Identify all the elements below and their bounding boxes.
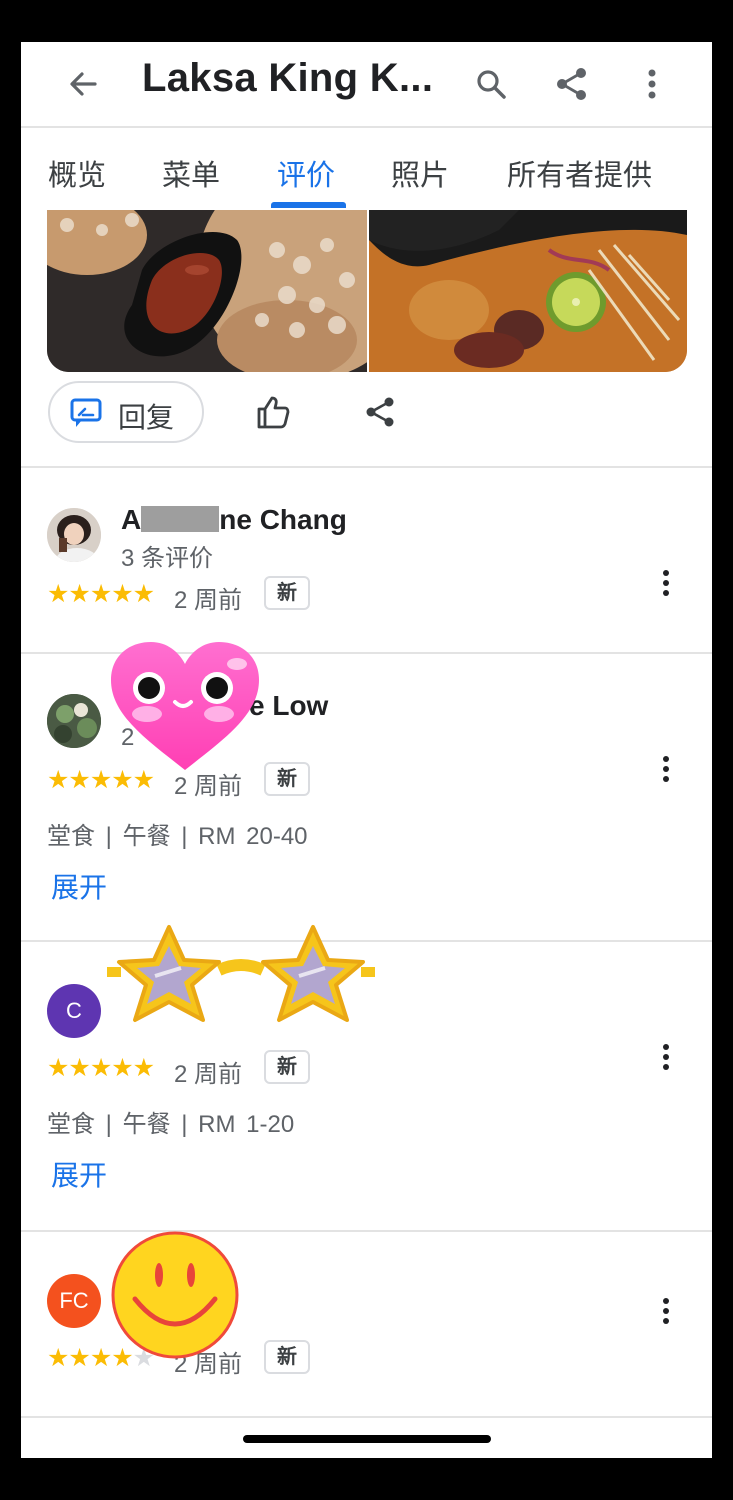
review-more-menu[interactable]	[657, 1294, 675, 1334]
review-more-menu[interactable]	[657, 752, 675, 792]
page-title: Laksa King K...	[142, 56, 434, 100]
top-app-bar: Laksa King K...	[21, 42, 712, 128]
star-rating: ★★★★★	[47, 1054, 155, 1082]
tab-bar: 概览 菜单 评价 照片 所有者提供	[21, 130, 712, 210]
photo-laksa-image	[369, 210, 687, 372]
reply-label: 回复	[118, 402, 175, 433]
more-vert-icon[interactable]	[632, 64, 672, 104]
avatar[interactable]	[47, 508, 101, 562]
review-more-menu[interactable]	[657, 1040, 675, 1080]
search-icon[interactable]	[471, 64, 511, 104]
redaction-block	[141, 506, 220, 532]
review-time: 2 周前	[174, 587, 243, 614]
tab-owner-provided[interactable]: 所有者提供	[507, 152, 652, 194]
new-badge: 新	[264, 1050, 310, 1084]
avatar[interactable]: C	[47, 984, 101, 1038]
new-badge: 新	[264, 762, 310, 796]
review-meta: 堂食 | 午餐 | RM 20-40	[47, 823, 308, 850]
star-sunglasses-sticker	[107, 925, 375, 1022]
home-indicator[interactable]	[243, 1435, 491, 1443]
reply-icon	[70, 398, 102, 427]
new-badge: 新	[264, 576, 310, 610]
share-icon[interactable]	[362, 394, 398, 430]
screen: Laksa King K... 概览 菜单 评价 照片 所有者提供 回复 A n…	[21, 42, 712, 1458]
share-icon[interactable]	[552, 64, 592, 104]
tab-overview[interactable]: 概览	[48, 152, 106, 194]
reviewer-review-count: 3 条评价	[121, 545, 214, 572]
reply-button[interactable]: 回复	[48, 381, 204, 443]
review-photo-laksa[interactable]	[369, 210, 687, 372]
avatar[interactable]	[47, 694, 101, 748]
review-photo-fritters[interactable]	[47, 210, 367, 372]
avatar[interactable]: FC	[47, 1274, 101, 1328]
expand-link[interactable]: 展开	[51, 866, 107, 906]
avatar-photo	[47, 694, 101, 748]
smiley-face-sticker	[111, 1231, 239, 1359]
divider	[21, 466, 712, 468]
divider	[21, 1416, 712, 1418]
review-time: 2 周前	[174, 1061, 243, 1088]
reviewer-name[interactable]: Ane Chang	[121, 504, 347, 536]
review-more-menu[interactable]	[657, 566, 675, 606]
tab-menu[interactable]: 菜单	[162, 152, 220, 194]
thumbs-up-icon[interactable]	[255, 394, 291, 430]
back-arrow-icon[interactable]	[63, 64, 103, 104]
tab-reviews[interactable]: 评价	[277, 152, 335, 194]
tab-photos[interactable]: 照片	[391, 152, 449, 194]
avatar-photo	[47, 508, 101, 562]
star-rating: ★★★★★	[47, 580, 155, 608]
photo-fritters-image	[47, 210, 367, 372]
review-meta: 堂食 | 午餐 | RM 1-20	[47, 1111, 295, 1138]
active-tab-indicator	[271, 202, 346, 208]
divider	[21, 126, 712, 128]
new-badge: 新	[264, 1340, 310, 1374]
expand-link[interactable]: 展开	[51, 1154, 107, 1194]
heart-face-sticker	[111, 642, 259, 770]
